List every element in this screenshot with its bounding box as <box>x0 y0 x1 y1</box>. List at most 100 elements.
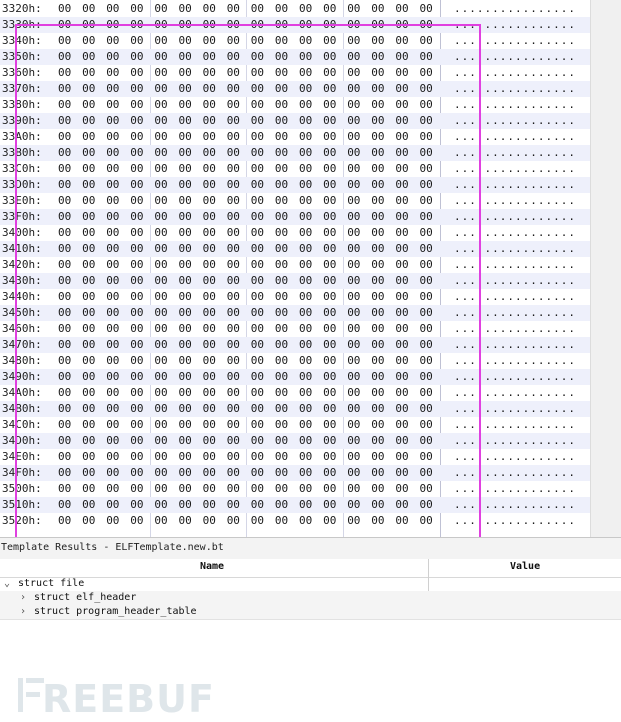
hex-byte[interactable]: 00 <box>130 433 148 449</box>
hex-byte[interactable]: 00 <box>323 209 341 225</box>
hex-byte[interactable]: 00 <box>58 177 76 193</box>
hex-byte[interactable]: 00 <box>227 177 245 193</box>
hex-byte[interactable]: 00 <box>275 177 293 193</box>
hex-row[interactable]: 34B0h: 00 00 00 00 00 00 00 00 00 00 00 00 00 00 00 00..… <box>0 401 590 417</box>
ascii-column[interactable]: ................ <box>454 49 584 65</box>
hex-byte[interactable]: 00 <box>420 305 438 321</box>
hex-byte[interactable]: 00 <box>130 193 148 209</box>
hex-byte[interactable]: 00 <box>58 401 76 417</box>
hex-byte[interactable]: 00 <box>420 97 438 113</box>
hex-byte[interactable]: 00 <box>203 33 221 49</box>
hex-byte[interactable]: 00 <box>371 465 389 481</box>
hex-byte[interactable]: 00 <box>154 385 172 401</box>
hex-byte[interactable]: 00 <box>130 17 148 33</box>
hex-byte[interactable]: 00 <box>420 273 438 289</box>
hex-byte[interactable]: 00 <box>420 81 438 97</box>
hex-byte[interactable]: 00 <box>130 481 148 497</box>
hex-byte[interactable]: 00 <box>82 225 100 241</box>
hex-byte[interactable]: 00 <box>299 353 317 369</box>
hex-byte[interactable]: 00 <box>251 401 269 417</box>
hex-byte[interactable]: 00 <box>299 225 317 241</box>
hex-byte[interactable]: 00 <box>347 273 365 289</box>
hex-byte[interactable]: 00 <box>395 289 413 305</box>
hex-byte[interactable]: 00 <box>395 305 413 321</box>
hex-byte[interactable]: 00 <box>371 273 389 289</box>
hex-byte[interactable]: 00 <box>179 513 197 529</box>
hex-byte[interactable]: 00 <box>227 81 245 97</box>
hex-byte[interactable]: 00 <box>227 33 245 49</box>
hex-byte[interactable]: 00 <box>203 65 221 81</box>
hex-byte[interactable]: 00 <box>203 433 221 449</box>
hex-byte[interactable]: 00 <box>203 241 221 257</box>
hex-byte[interactable]: 00 <box>179 177 197 193</box>
hex-byte[interactable]: 00 <box>347 513 365 529</box>
hex-row[interactable]: 33D0h: 00 00 00 00 00 00 00 00 00 00 00 00 00 00 00 00..… <box>0 177 590 193</box>
hex-byte[interactable]: 00 <box>347 385 365 401</box>
hex-byte[interactable]: 00 <box>227 273 245 289</box>
ascii-column[interactable]: ................ <box>454 289 584 305</box>
hex-byte[interactable]: 00 <box>420 33 438 49</box>
hex-byte[interactable]: 00 <box>275 241 293 257</box>
hex-byte[interactable]: 00 <box>227 321 245 337</box>
hex-byte[interactable]: 00 <box>420 513 438 529</box>
hex-byte[interactable]: 00 <box>323 193 341 209</box>
hex-byte[interactable]: 00 <box>251 241 269 257</box>
hex-byte[interactable]: 00 <box>371 513 389 529</box>
hex-byte[interactable]: 00 <box>251 145 269 161</box>
hex-byte[interactable]: 00 <box>323 177 341 193</box>
vertical-scrollbar[interactable] <box>590 0 621 537</box>
hex-byte[interactable]: 00 <box>395 481 413 497</box>
hex-byte[interactable]: 00 <box>323 289 341 305</box>
hex-byte[interactable]: 00 <box>130 209 148 225</box>
ascii-column[interactable]: ................ <box>454 177 584 193</box>
hex-byte[interactable]: 00 <box>130 113 148 129</box>
hex-byte[interactable]: 00 <box>395 97 413 113</box>
hex-byte[interactable]: 00 <box>299 385 317 401</box>
hex-byte[interactable]: 00 <box>106 513 124 529</box>
hex-byte[interactable]: 00 <box>420 353 438 369</box>
ascii-column[interactable]: ................ <box>454 113 584 129</box>
hex-byte[interactable]: 00 <box>106 177 124 193</box>
hex-byte[interactable]: 00 <box>82 177 100 193</box>
hex-byte[interactable]: 00 <box>227 497 245 513</box>
ascii-column[interactable]: ................ <box>454 273 584 289</box>
hex-byte[interactable]: 00 <box>106 113 124 129</box>
hex-byte[interactable]: 00 <box>251 65 269 81</box>
hex-byte[interactable]: 00 <box>179 337 197 353</box>
tree-row-struct-file[interactable]: ⌄ struct file <box>0 577 621 591</box>
hex-byte[interactable]: 00 <box>203 465 221 481</box>
hex-row[interactable]: 34D0h: 00 00 00 00 00 00 00 00 00 00 00 00 00 00 00 00..… <box>0 433 590 449</box>
hex-byte[interactable]: 00 <box>323 305 341 321</box>
hex-byte[interactable]: 00 <box>179 81 197 97</box>
hex-byte[interactable]: 00 <box>395 273 413 289</box>
hex-byte[interactable]: 00 <box>130 369 148 385</box>
hex-byte[interactable]: 00 <box>420 289 438 305</box>
hex-byte[interactable]: 00 <box>179 1 197 17</box>
hex-byte[interactable]: 00 <box>323 273 341 289</box>
hex-byte[interactable]: 00 <box>203 257 221 273</box>
hex-byte[interactable]: 00 <box>58 209 76 225</box>
hex-byte[interactable]: 00 <box>82 321 100 337</box>
hex-byte[interactable]: 00 <box>58 481 76 497</box>
hex-byte[interactable]: 00 <box>58 161 76 177</box>
hex-byte[interactable]: 00 <box>58 257 76 273</box>
hex-byte[interactable]: 00 <box>299 209 317 225</box>
hex-byte[interactable]: 00 <box>275 49 293 65</box>
ascii-column[interactable]: ................ <box>454 193 584 209</box>
hex-byte[interactable]: 00 <box>251 257 269 273</box>
hex-byte[interactable]: 00 <box>179 17 197 33</box>
hex-byte[interactable]: 00 <box>179 465 197 481</box>
hex-byte[interactable]: 00 <box>82 353 100 369</box>
ascii-column[interactable]: ................ <box>454 369 584 385</box>
hex-byte[interactable]: 00 <box>203 81 221 97</box>
hex-byte[interactable]: 00 <box>58 289 76 305</box>
hex-byte[interactable]: 00 <box>227 257 245 273</box>
hex-byte[interactable]: 00 <box>82 273 100 289</box>
chevron-right-icon[interactable]: › <box>18 591 28 605</box>
hex-byte[interactable]: 00 <box>227 161 245 177</box>
hex-byte[interactable]: 00 <box>299 129 317 145</box>
hex-byte[interactable]: 00 <box>106 129 124 145</box>
hex-byte[interactable]: 00 <box>130 225 148 241</box>
hex-byte[interactable]: 00 <box>58 81 76 97</box>
hex-byte[interactable]: 00 <box>203 449 221 465</box>
